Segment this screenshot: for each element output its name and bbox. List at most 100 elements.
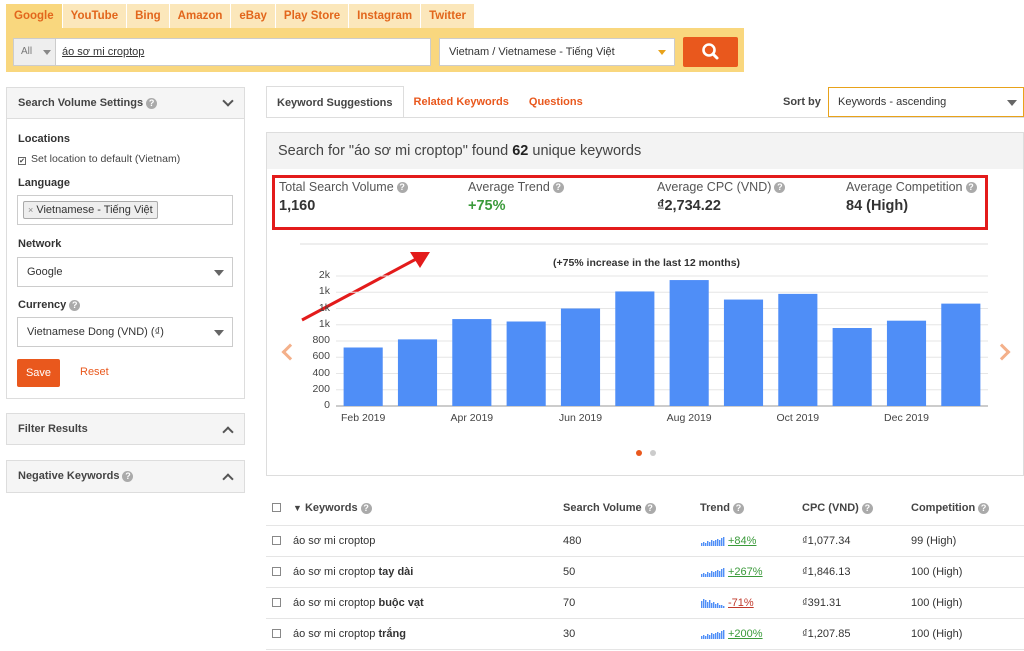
bar-feb-2019[interactable]: [343, 347, 383, 407]
default-location-checkbox[interactable]: ✔ Set location to default (Vietnam): [18, 153, 180, 165]
tab-play-store[interactable]: Play Store: [275, 4, 349, 28]
col-search-volume[interactable]: Search Volume?: [563, 502, 656, 514]
help-icon[interactable]: ?: [146, 97, 158, 109]
bar-jul-2019[interactable]: [615, 291, 655, 406]
negative-keywords-header[interactable]: Negative Keywords?: [7, 461, 244, 492]
help-icon[interactable]: ?: [644, 502, 656, 514]
carousel-dot[interactable]: [650, 450, 656, 456]
help-icon[interactable]: ?: [774, 182, 786, 194]
negative-keywords-panel[interactable]: Negative Keywords?: [6, 460, 245, 493]
row-checkbox[interactable]: [272, 598, 281, 607]
keyword-cell[interactable]: áo sơ mi croptop buộc vạt: [293, 597, 424, 609]
col-trend[interactable]: Trend?: [700, 502, 744, 514]
trend-link[interactable]: +200%: [728, 628, 763, 640]
search-volume-settings-header[interactable]: Search Volume Settings?: [7, 88, 244, 119]
language-label: Language: [18, 177, 70, 189]
tab-instagram[interactable]: Instagram: [349, 4, 421, 28]
language-tag[interactable]: × Vietnamese - Tiếng Việt: [23, 201, 158, 219]
keyword-cell[interactable]: áo sơ mi croptop tay dài: [293, 566, 413, 578]
help-icon[interactable]: ?: [396, 182, 408, 194]
tab-ebay[interactable]: eBay: [231, 4, 275, 28]
col-keywords-label: Keywords: [304, 502, 358, 514]
tab-questions[interactable]: Questions: [519, 86, 593, 118]
currency-value: Vietnamese Dong (VND) (₫): [27, 326, 164, 338]
reset-link[interactable]: Reset: [80, 366, 109, 378]
help-icon[interactable]: ?: [861, 502, 873, 514]
filter-results-header[interactable]: Filter Results: [7, 414, 244, 444]
stat-value: +75%: [468, 198, 506, 214]
search-icon: [702, 43, 719, 60]
locations-label: Locations: [18, 133, 70, 145]
help-icon[interactable]: ?: [978, 502, 990, 514]
col-competition[interactable]: Competition?: [911, 502, 990, 514]
carousel-dot-active[interactable]: [636, 450, 642, 456]
bar-jun-2019[interactable]: [560, 308, 601, 407]
language-field[interactable]: × Vietnamese - Tiếng Việt: [17, 195, 233, 225]
currency-label-text: Currency: [18, 299, 67, 311]
sparkline-icon: [701, 568, 725, 577]
location-language-select[interactable]: Vietnam / Vietnamese - Tiếng Việt: [439, 38, 675, 66]
filter-results-panel[interactable]: Filter Results: [6, 413, 245, 445]
trend-link[interactable]: +84%: [728, 535, 756, 547]
stat-total-volume: Total Search Volume? 1,160: [279, 180, 408, 214]
bar-oct-2019[interactable]: [778, 293, 818, 406]
panel-title: Negative Keywords: [18, 470, 120, 482]
network-select[interactable]: Google: [17, 257, 233, 287]
bar-may-2019[interactable]: [506, 321, 546, 407]
chevron-down-icon: [43, 50, 51, 55]
y-tick-label: 0: [324, 399, 330, 411]
table-row[interactable]: áo sơ mi croptop 480 +84% ₫1,077.34 99 (Hig…: [266, 526, 1024, 557]
table-row[interactable]: áo sơ mi croptop tay dài 50 +267% ₫1,846.13…: [266, 557, 1024, 588]
bar-aug-2019[interactable]: [669, 280, 709, 406]
search-bar: All áo sơ mi croptop Vietnam / Vietnames…: [6, 28, 744, 72]
tab-bing[interactable]: Bing: [127, 4, 169, 28]
save-button[interactable]: Save: [17, 359, 60, 387]
search-volume-settings-panel: Search Volume Settings? Locations ✔ Set l…: [6, 87, 245, 399]
tab-google[interactable]: Google: [6, 4, 62, 28]
trend-link[interactable]: -71%: [728, 597, 754, 609]
table-row[interactable]: áo sơ mi croptop buộc vạt 70 -71% ₫391.31 10…: [266, 588, 1024, 619]
engine-tabs: Google YouTube Bing Amazon eBay Play Sto…: [6, 4, 475, 28]
scope-select[interactable]: All: [13, 38, 57, 66]
keyword-cell[interactable]: áo sơ mi croptop trắng: [293, 628, 406, 640]
bar-dec-2019[interactable]: [886, 320, 927, 406]
help-icon[interactable]: ?: [732, 502, 744, 514]
row-checkbox[interactable]: [272, 536, 281, 545]
x-tick-label: Oct 2019: [776, 412, 820, 424]
currency-select[interactable]: Vietnamese Dong (VND) (₫): [17, 317, 233, 347]
bar-mar-2019[interactable]: [397, 339, 438, 406]
bar-jan-2020[interactable]: [941, 303, 981, 406]
bar-sep-2019[interactable]: [723, 299, 764, 406]
help-icon[interactable]: ?: [122, 470, 134, 482]
tab-amazon[interactable]: Amazon: [169, 4, 231, 28]
keyword-cell[interactable]: áo sơ mi croptop: [293, 535, 375, 547]
tab-related-keywords[interactable]: Related Keywords: [404, 86, 519, 118]
y-tick-label: 800: [312, 334, 330, 346]
tab-twitter[interactable]: Twitter: [421, 4, 474, 28]
col-keywords[interactable]: ▼ Keywords?: [293, 502, 372, 514]
scope-select-value: All: [21, 46, 33, 57]
location-language-value: Vietnam / Vietnamese - Tiếng Việt: [449, 46, 615, 58]
col-cpc[interactable]: CPC (VND)?: [802, 502, 873, 514]
row-checkbox[interactable]: [272, 629, 281, 638]
y-tick-label: 400: [312, 366, 330, 379]
bar-apr-2019[interactable]: [452, 319, 492, 406]
tab-keyword-suggestions[interactable]: Keyword Suggestions: [266, 86, 404, 118]
trend-link[interactable]: +267%: [728, 566, 763, 578]
tab-youtube[interactable]: YouTube: [62, 4, 127, 28]
search-button[interactable]: [683, 37, 738, 67]
table-row[interactable]: áo sơ mi croptop trắng 30 +200% ₫1,207.85 10…: [266, 619, 1024, 650]
search-input[interactable]: áo sơ mi croptop: [55, 38, 431, 66]
help-icon[interactable]: ?: [965, 182, 977, 194]
y-tick-label: 200: [312, 382, 330, 395]
remove-tag-icon[interactable]: ×: [28, 205, 33, 215]
sort-select[interactable]: Keywords - ascending: [828, 87, 1024, 117]
checkbox-checked-icon[interactable]: ✔: [18, 157, 26, 165]
help-icon[interactable]: ?: [69, 299, 81, 311]
row-checkbox[interactable]: [272, 567, 281, 576]
help-icon[interactable]: ?: [552, 182, 564, 194]
bar-nov-2019[interactable]: [832, 328, 872, 406]
x-tick-label: Jun 2019: [558, 412, 603, 424]
select-all-checkbox[interactable]: [272, 503, 281, 512]
help-icon[interactable]: ?: [360, 502, 372, 514]
